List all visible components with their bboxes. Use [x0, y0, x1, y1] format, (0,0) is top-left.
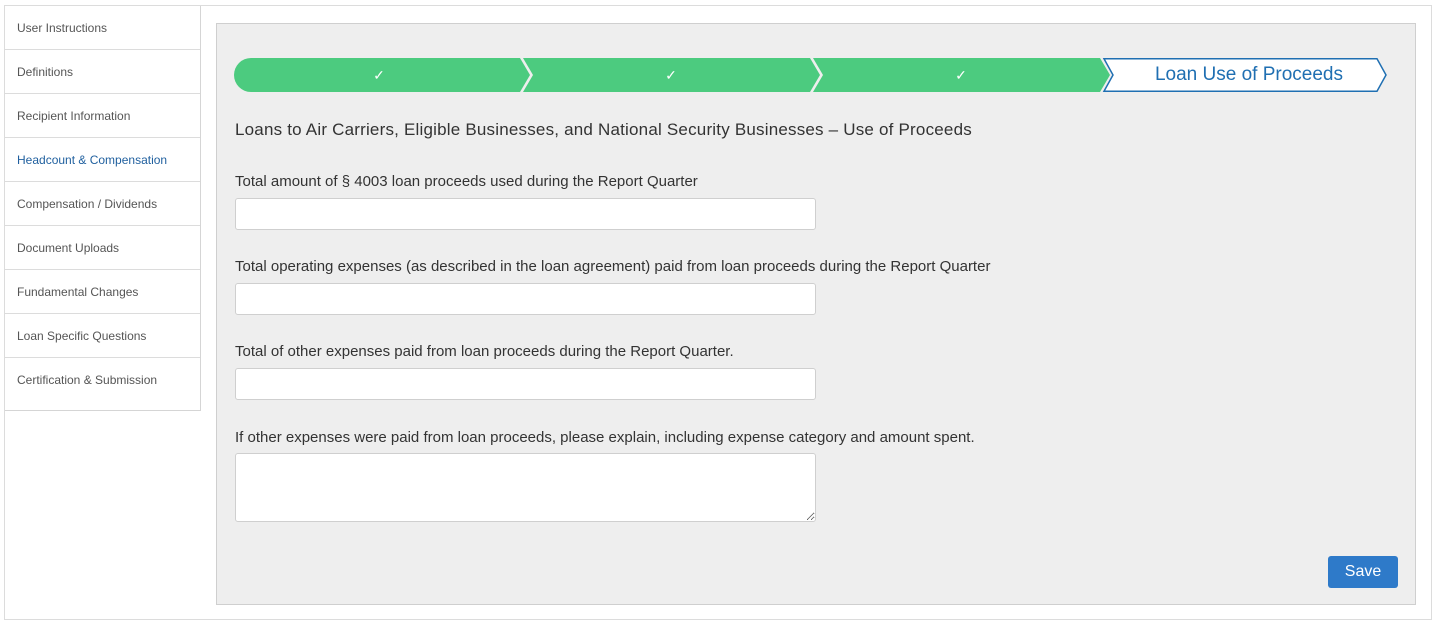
sidebar-item-label: Certification & Submission — [17, 373, 158, 387]
check-icon: ✓ — [373, 66, 385, 83]
current-step-label[interactable]: Loan Use of Proceeds — [1124, 58, 1374, 92]
check-icon: ✓ — [665, 66, 677, 83]
sidebar-item-label: User Instructions — [17, 20, 108, 35]
sidebar-item-loan-specific-questions[interactable]: Loan Specific Questions — [5, 314, 200, 358]
loan-proceeds-used-label: Total amount of § 4003 loan proceeds use… — [235, 173, 698, 190]
sidebar-item-certification-submission[interactable]: Certification & Submission — [5, 358, 200, 402]
check-icon: ✓ — [955, 66, 967, 83]
save-button[interactable]: Save — [1328, 556, 1398, 588]
other-expenses-input[interactable] — [235, 368, 816, 400]
sidebar-item-compensation-dividends[interactable]: Compensation / Dividends — [5, 182, 200, 226]
other-expenses-explanation-textarea[interactable] — [235, 453, 816, 522]
other-expenses-label: Total of other expenses paid from loan p… — [235, 343, 734, 360]
sidebar-item-label: Fundamental Changes — [17, 284, 139, 299]
sidebar-item-label: Definitions — [17, 64, 74, 79]
progress-stepper: ✓ ✓ ✓ Loan Use of Proceeds — [234, 58, 1390, 92]
sidebar-item-label: Document Uploads — [17, 240, 120, 255]
form-panel: ✓ ✓ ✓ Loan Use of Proceeds Loans to Air … — [216, 23, 1416, 605]
operating-expenses-label: Total operating expenses (as described i… — [235, 258, 991, 275]
sidebar-item-fundamental-changes[interactable]: Fundamental Changes — [5, 270, 200, 314]
sidebar-item-label: Recipient Information — [17, 108, 131, 123]
operating-expenses-input[interactable] — [235, 283, 816, 315]
sidebar-item-definitions[interactable]: Definitions — [5, 50, 200, 94]
loan-proceeds-used-input[interactable] — [235, 198, 816, 230]
sidebar-item-label: Headcount & Compensation — [17, 152, 168, 167]
sidebar-item-headcount-compensation[interactable]: Headcount & Compensation — [5, 138, 200, 182]
sidebar-item-recipient-information[interactable]: Recipient Information — [5, 94, 200, 138]
sidebar-nav: User Instructions Definitions Recipient … — [5, 6, 201, 411]
sidebar-item-label: Compensation / Dividends — [17, 196, 158, 211]
sidebar-item-document-uploads[interactable]: Document Uploads — [5, 226, 200, 270]
other-expenses-explanation-label: If other expenses were paid from loan pr… — [235, 429, 975, 446]
sidebar-item-user-instructions[interactable]: User Instructions — [5, 6, 200, 50]
form-title: Loans to Air Carriers, Eligible Business… — [235, 120, 972, 139]
sidebar-item-label: Loan Specific Questions — [17, 328, 147, 343]
